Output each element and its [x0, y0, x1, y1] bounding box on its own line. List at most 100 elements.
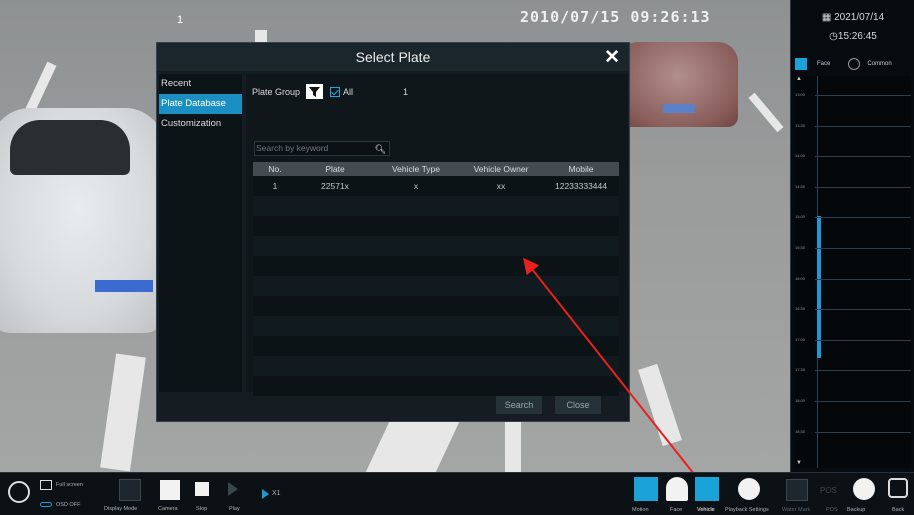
column-header: Plate [297, 162, 373, 176]
speed-icon[interactable] [262, 489, 269, 499]
search-field[interactable]: 🔍︎ [254, 141, 390, 156]
face-tab-icon[interactable] [795, 58, 807, 70]
license-plate [95, 280, 153, 292]
backup-label[interactable]: Backup [847, 507, 865, 513]
dialog-title: Select Plate [355, 49, 431, 65]
table-row[interactable]: 1 22571x x xx 12233333444 [253, 176, 619, 196]
motion-icon[interactable] [634, 477, 658, 501]
osd-off-label[interactable]: OSD OFF [56, 502, 80, 508]
filter-icon[interactable] [306, 84, 324, 99]
table-row [253, 336, 619, 356]
timeline-gridline [815, 278, 911, 280]
back-icon[interactable] [888, 478, 908, 498]
time-text: 15:26:45 [837, 31, 877, 42]
table-cell [543, 236, 619, 256]
face-label[interactable]: Face [670, 507, 682, 513]
all-checkbox[interactable] [330, 86, 341, 97]
dialog-content: Plate Group All 1 🔍︎ No. Plate Vehicle T… [246, 74, 628, 396]
display-mode-icon[interactable] [119, 479, 141, 501]
osd-icon[interactable] [40, 502, 52, 507]
timeline-tick-label: 16:30 [795, 306, 806, 312]
stop-icon[interactable] [195, 482, 209, 496]
play-icon[interactable] [228, 482, 238, 496]
full-screen-label[interactable]: Full screen [56, 482, 83, 488]
timeline-tick-label: 14:00 [795, 153, 806, 159]
nav-item-plate-database[interactable]: Plate Database [159, 94, 242, 114]
timeline-gridline [815, 186, 911, 188]
table-cell [373, 256, 459, 276]
date-display: ▦ 2021/07/14 [791, 12, 914, 23]
bottom-toolbar: Full screen OSD OFF Display Mode Camera … [0, 472, 914, 515]
face-icon[interactable] [666, 477, 688, 501]
table-cell [373, 216, 459, 236]
common-tab-icon[interactable] [848, 58, 861, 70]
dialog-footer: Search Close [157, 393, 629, 422]
table-row [253, 316, 619, 336]
date-text: 2021/07/14 [834, 12, 885, 23]
water-mark-label[interactable]: Water Mark [782, 507, 810, 513]
column-header: Mobile [543, 162, 619, 176]
osd-timestamp: 2010/07/15 09:26:13 [520, 8, 711, 26]
column-header: Vehicle Owner [459, 162, 543, 176]
timeline-tick-label: 17:00 [795, 336, 806, 342]
vehicle-icon[interactable] [695, 477, 719, 501]
table-row [253, 196, 619, 216]
vehicle-label[interactable]: Vehicle [697, 507, 715, 513]
close-icon[interactable]: ✕ [604, 46, 620, 69]
car-windshield [10, 120, 130, 175]
road-marking [748, 92, 784, 133]
play-label[interactable]: Play [229, 506, 240, 512]
scroll-up-icon[interactable]: ▲ [796, 76, 804, 84]
table-cell [253, 196, 297, 216]
table-cell [459, 216, 543, 236]
timeline-tick-label: 15:00 [795, 214, 806, 220]
table-cell: xx [496, 181, 506, 191]
timeline-gridline [815, 156, 911, 158]
search-button[interactable]: Search [496, 396, 542, 414]
table-cell: 1 [272, 181, 278, 191]
full-screen-icon[interactable] [40, 480, 52, 490]
water-mark-icon[interactable] [786, 479, 808, 501]
speed-label[interactable]: X1 [272, 490, 281, 497]
motion-label[interactable]: Motion [632, 507, 649, 513]
timeline-tick-label: 16:00 [795, 275, 806, 281]
table-row [253, 236, 619, 256]
table-cell [297, 216, 373, 236]
back-label[interactable]: Back [892, 507, 904, 513]
timeline-tick-label: 18:00 [795, 398, 806, 403]
display-mode-label[interactable]: Display Mode [104, 506, 137, 512]
nav-item-recent[interactable]: Recent [159, 74, 242, 94]
timeline[interactable]: ▲ ▼ 13:00 13:30 14:00 14:30 15:00 15:30 16:00 1… [795, 76, 911, 468]
backup-icon[interactable] [853, 478, 875, 500]
timeline-tick-label: 13:30 [795, 122, 806, 128]
pos-icon[interactable]: POS [820, 486, 837, 495]
clock-icon: ◷ [829, 31, 838, 42]
table-cell [253, 236, 297, 256]
tab-common[interactable]: Common [867, 61, 891, 67]
playback-settings-label[interactable]: Playback Settings [725, 507, 769, 513]
camera-icon[interactable] [160, 480, 180, 500]
road-marking [100, 353, 146, 472]
scroll-down-icon[interactable]: ▼ [796, 460, 804, 468]
stop-label[interactable]: Stop [196, 506, 207, 512]
table-cell [373, 316, 459, 336]
timeline-gridline [815, 217, 911, 219]
timeline-tick-label: 13:00 [795, 92, 806, 97]
camera-label[interactable]: Camera [158, 506, 178, 512]
table-row [253, 296, 619, 316]
table-cell [459, 336, 543, 356]
table-cell [373, 336, 459, 356]
road-marking [638, 363, 682, 447]
tab-face[interactable]: Face [817, 61, 830, 67]
table-cell [543, 256, 619, 276]
gear-icon[interactable] [738, 478, 760, 500]
right-panel: ▦ 2021/07/14 ◷15:26:45 Face Common ▲ ▼ 1… [790, 0, 914, 472]
search-icon[interactable]: 🔍︎ [375, 143, 386, 156]
pos-label[interactable]: POS [826, 507, 838, 513]
time-display: ◷15:26:45 [791, 31, 914, 42]
main-menu-icon[interactable] [8, 481, 30, 503]
search-input[interactable] [256, 143, 376, 153]
timeline-gridline [815, 401, 911, 402]
close-button[interactable]: Close [555, 396, 601, 414]
nav-item-customization[interactable]: Customization [159, 114, 242, 134]
